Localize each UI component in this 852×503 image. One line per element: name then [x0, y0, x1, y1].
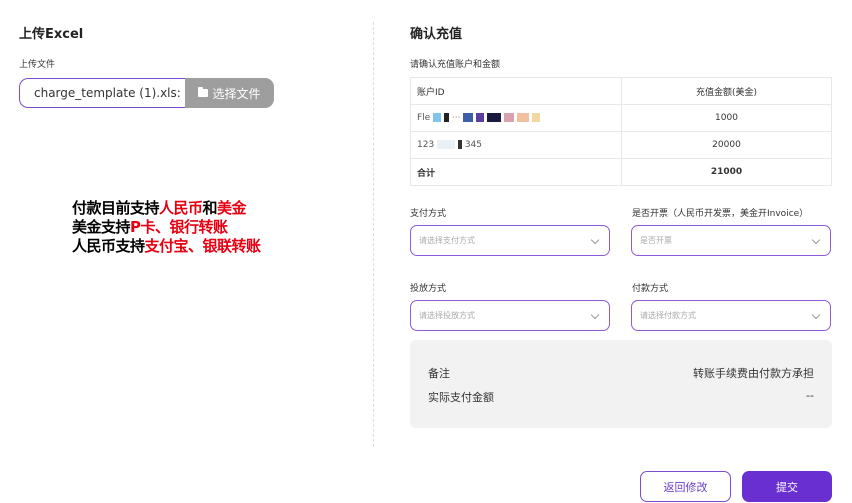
amount-cell: 1000: [621, 104, 832, 132]
payer-method-select[interactable]: 请选择付款方式: [631, 300, 831, 331]
account-table: 账户ID 充值金额(美金) Fle ··· 1000 123 345 20000…: [410, 77, 832, 186]
note-label: 备注: [428, 367, 450, 380]
note-value: 转账手续费由付款方承担: [693, 367, 814, 380]
choose-file-label: 选择文件: [212, 86, 261, 101]
payer-method-label: 付款方式: [632, 284, 669, 294]
file-upload-control: charge_template (1).xls: 选择文件: [19, 78, 274, 108]
column-header-account-id: 账户ID: [410, 77, 622, 105]
folder-icon: [198, 87, 209, 97]
invoice-select[interactable]: 是否开票: [631, 225, 831, 256]
notice-line-3: 人民币支持支付宝、银联转账: [72, 237, 261, 255]
panel-divider: [373, 22, 374, 447]
total-label: 合计: [410, 158, 622, 186]
confirm-subtitle: 请确认充值账户和金额: [410, 60, 501, 70]
payment-method-label: 支付方式: [410, 209, 447, 219]
invoice-label: 是否开票（人民币开发票，美金开Invoice）: [632, 209, 809, 219]
table-total-row: 合计 21000: [410, 158, 832, 186]
submit-button[interactable]: 提交: [742, 471, 832, 502]
confirm-title: 确认充值: [410, 27, 463, 42]
upload-file-label: 上传文件: [19, 60, 56, 70]
table-header-row: 账户ID 充值金额(美金): [410, 77, 832, 105]
file-name-field[interactable]: charge_template (1).xls:: [19, 78, 185, 108]
choose-file-button[interactable]: 选择文件: [185, 78, 274, 108]
delivery-method-placeholder: 请选择投放方式: [419, 311, 475, 320]
delivery-method-select[interactable]: 请选择投放方式: [410, 300, 610, 331]
chevron-down-icon: [811, 235, 821, 245]
total-amount: 21000: [621, 158, 832, 186]
recharge-page: 上传Excel 上传文件 charge_template (1).xls: 选择…: [0, 0, 852, 503]
chevron-down-icon: [590, 310, 600, 320]
table-row: 123 345 20000: [410, 131, 832, 159]
payment-summary: 备注 转账手续费由付款方承担 实际支付金额 --: [410, 340, 832, 428]
payment-support-notice: 付款目前支持人民币和美金 美金支持P卡、银行转账 人民币支持支付宝、银联转账: [72, 199, 261, 256]
notice-line-2: 美金支持P卡、银行转账: [72, 218, 228, 236]
amount-cell: 20000: [621, 131, 832, 159]
table-row: Fle ··· 1000: [410, 104, 832, 132]
actual-payment-label: 实际支付金额: [428, 391, 494, 404]
upload-panel: 上传Excel 上传文件 charge_template (1).xls: 选择…: [0, 0, 374, 503]
delivery-method-label: 投放方式: [410, 284, 447, 294]
payment-method-select[interactable]: 请选择支付方式: [410, 225, 610, 256]
column-header-amount: 充值金额(美金): [621, 77, 832, 105]
payer-method-placeholder: 请选择付款方式: [640, 311, 696, 320]
account-id-cell: 123 345: [410, 131, 622, 159]
invoice-placeholder: 是否开票: [640, 236, 672, 245]
actual-payment-row: 实际支付金额 --: [428, 389, 814, 405]
upload-title: 上传Excel: [19, 27, 84, 42]
note-row: 备注 转账手续费由付款方承担: [428, 365, 814, 381]
actual-payment-value: --: [806, 389, 814, 402]
payment-method-placeholder: 请选择支付方式: [419, 236, 475, 245]
back-button[interactable]: 返回修改: [640, 471, 731, 502]
notice-line-1: 付款目前支持人民币和美金: [72, 199, 247, 217]
account-id-cell: Fle ···: [410, 104, 622, 132]
chevron-down-icon: [811, 310, 821, 320]
chevron-down-icon: [590, 235, 600, 245]
